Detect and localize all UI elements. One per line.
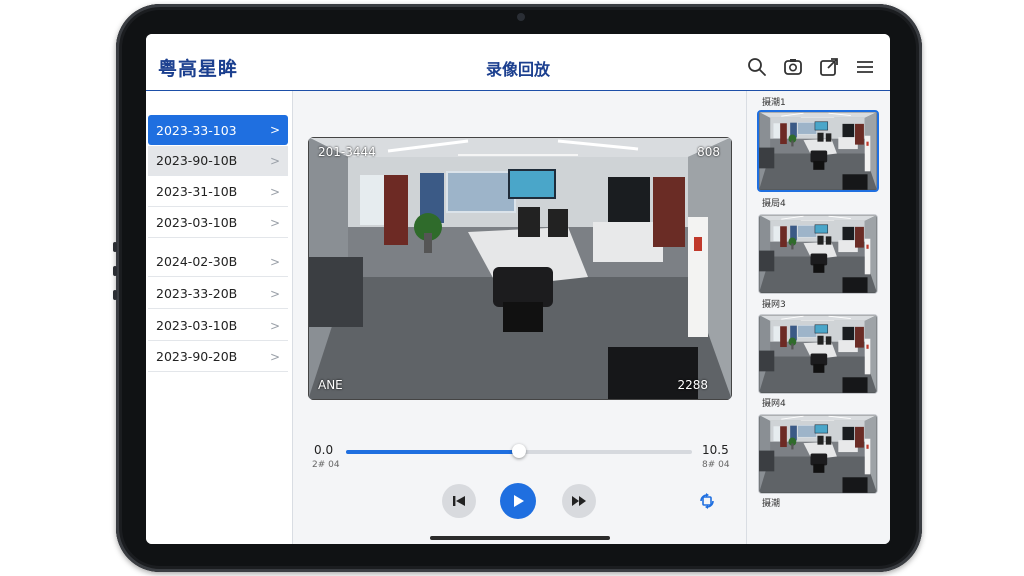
timeline-start: 0.0 [314,443,334,457]
camera-label: 摄局4 [762,199,786,209]
date-item[interactable]: 2023-33-103 > [148,115,288,145]
camera-thumbnail[interactable] [758,414,878,494]
chevron-right-icon: > [269,255,280,269]
video-channel-overlay: 808 [697,145,720,159]
date-item-label: 2023-33-103 [156,122,237,138]
camera-thumbnail-image [759,112,877,190]
skip-back-button[interactable] [442,484,476,518]
camera-thumbnail[interactable] [757,110,879,192]
timeline-progress [346,450,519,454]
date-item[interactable]: 2023-03-10B > [148,208,288,238]
date-item-label: 2023-90-20B [156,349,238,364]
date-item[interactable]: 2023-33-20B > [148,279,288,309]
date-item-label: 2023-03-10B [156,318,238,333]
timeline-end: 10.5 [702,443,729,457]
camera-thumbnail-image [759,415,877,493]
app-screen: 粤高星眸 录像回放 2023-33-103 > 2023-90-10B > 20… [146,34,890,544]
chevron-right-icon: > [269,185,280,199]
timeline-start-sub: 2# 04 [312,460,340,470]
side-button [113,266,117,276]
skip-forward-icon [572,496,586,506]
date-item[interactable]: 2023-03-10B > [148,311,288,341]
side-button [113,242,117,252]
date-item[interactable]: 2023-31-10B > [148,177,288,207]
date-item[interactable]: 2023-90-20B > [148,342,288,372]
video-camera-overlay: ANE [318,378,343,392]
video-frame-overlay: 2288 [677,378,708,392]
chevron-right-icon: > [269,216,280,230]
chevron-right-icon: > [269,287,280,301]
chevron-right-icon: > [269,350,280,364]
video-player[interactable]: 201-3444 808 ANE 2288 [308,137,732,400]
video-timestamp-overlay: 201-3444 [318,145,376,159]
camera-label: 摄潮 [762,499,781,509]
camera-label: 摄网4 [762,399,786,409]
camera-label: 摄网3 [762,300,786,310]
date-item[interactable]: 2024-02-30B > [148,247,288,277]
front-camera [517,13,525,21]
video-frame [308,137,732,400]
export-icon[interactable] [818,56,840,78]
timeline-slider[interactable] [346,444,692,458]
camera-label: 摄潮1 [762,98,786,108]
app-header: 粤高星眸 录像回放 [146,34,890,91]
date-item[interactable]: 2023-90-10B > [148,146,288,176]
side-button [113,290,117,300]
skip-back-icon [453,496,465,506]
play-icon [514,495,524,507]
date-item-label: 2023-31-10B [156,184,238,199]
page-title: 录像回放 [485,60,550,79]
home-indicator[interactable] [430,536,610,540]
rotate-icon[interactable] [698,492,716,510]
timeline-end-sub: 8# 04 [702,460,730,470]
date-item-label: 2024-02-30B [156,254,238,269]
date-item-label: 2023-33-20B [156,286,238,301]
date-item-label: 2023-03-10B [156,215,238,230]
chevron-right-icon: > [269,154,280,168]
tablet-frame: 粤高星眸 录像回放 2023-33-103 > 2023-90-10B > 20… [113,4,922,572]
play-button[interactable] [500,483,536,519]
camera-thumbnail-image [759,215,877,293]
snapshot-icon[interactable] [782,56,804,78]
chevron-right-icon: > [269,123,280,137]
menu-icon[interactable] [854,56,876,78]
chevron-right-icon: > [269,319,280,333]
skip-forward-button[interactable] [562,484,596,518]
camera-thumbnail[interactable] [758,314,878,394]
camera-thumbnail-image [759,315,877,393]
search-icon[interactable] [746,56,768,78]
timeline-handle[interactable] [512,444,526,458]
camera-thumbnail[interactable] [758,214,878,294]
date-item-label: 2023-90-10B [156,153,238,168]
